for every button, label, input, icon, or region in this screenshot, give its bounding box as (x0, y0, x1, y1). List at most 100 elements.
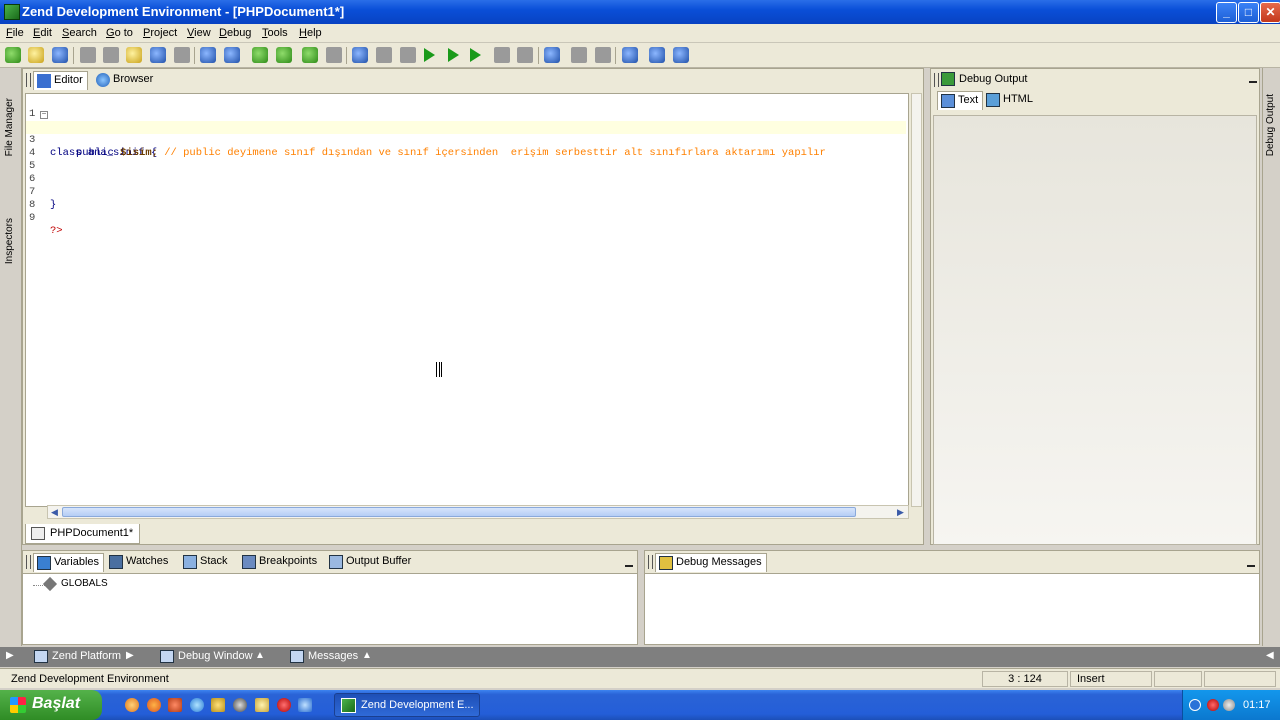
app-icon[interactable] (168, 698, 182, 712)
step-down-icon[interactable] (400, 47, 416, 63)
tab-breakpoints[interactable]: Breakpoints (239, 553, 321, 572)
menu-goto[interactable]: Go to (106, 27, 133, 39)
pane-grip[interactable] (934, 73, 939, 87)
dock-expand-icon[interactable]: ▲ (362, 650, 372, 661)
undo-icon[interactable] (150, 47, 166, 63)
vertical-scrollbar[interactable] (911, 93, 922, 507)
dock-right-arrow-icon[interactable]: ◀ (1266, 650, 1274, 661)
context-help-icon[interactable] (673, 47, 689, 63)
copy-icon[interactable] (103, 47, 119, 63)
dock-zend-platform[interactable]: Zend Platform (34, 650, 121, 663)
menu-edit[interactable]: Edit (33, 27, 52, 39)
close-button[interactable]: ✕ (1260, 2, 1280, 23)
code-line[interactable]: 7 } (26, 173, 906, 211)
menu-file[interactable]: File (6, 27, 24, 39)
menu-search[interactable]: Search (62, 27, 97, 39)
dock-messages[interactable]: Messages (290, 650, 358, 663)
menu-view[interactable]: View (187, 27, 211, 39)
minimize-pane-icon[interactable] (1249, 81, 1257, 83)
refresh-icon[interactable] (252, 47, 268, 63)
menu-tools[interactable]: Tools (262, 27, 288, 39)
tab-browser[interactable]: Browser (93, 71, 157, 90)
tool-icon[interactable] (211, 698, 225, 712)
tab-editor[interactable]: Editor (33, 71, 88, 90)
tab-debug-messages[interactable]: Debug Messages (655, 553, 767, 572)
minimize-button[interactable]: _ (1216, 2, 1237, 23)
file-manager-tab[interactable]: File Manager (4, 98, 15, 156)
horizontal-scrollbar[interactable]: ◀ ▶ (47, 505, 909, 519)
code-line[interactable]: 1 <? (26, 95, 906, 133)
debug-output-side-tab[interactable]: Debug Output (1265, 94, 1276, 156)
code-line[interactable]: 8 (26, 186, 906, 211)
paste-icon[interactable] (126, 47, 142, 63)
minimize-pane-icon[interactable] (625, 565, 633, 567)
forward-icon[interactable] (326, 47, 342, 63)
media-icon[interactable] (233, 698, 247, 712)
folder-icon[interactable] (255, 698, 269, 712)
help-icon[interactable] (649, 47, 665, 63)
code-line-current[interactable]: 3 public $isim; // public deyimene sınıf… (26, 121, 906, 159)
settings-icon[interactable] (622, 47, 638, 63)
tray-record-icon[interactable] (1207, 699, 1219, 711)
fold-toggle-icon[interactable]: − (40, 111, 48, 119)
cut-icon[interactable] (80, 47, 96, 63)
open-file-icon[interactable] (28, 47, 44, 63)
stop-debug-icon[interactable] (595, 47, 611, 63)
find-replace-icon[interactable] (224, 47, 240, 63)
find-icon[interactable] (200, 47, 216, 63)
stop-icon[interactable] (494, 47, 510, 63)
debug-url-icon[interactable] (571, 47, 587, 63)
step-into-icon[interactable] (352, 47, 368, 63)
taskbar-zend-window[interactable]: Zend Development E... (334, 693, 480, 717)
run-to-cursor-icon[interactable] (448, 48, 459, 62)
tree-item-globals[interactable]: GLOBALS (61, 578, 108, 589)
dock-left-arrow-icon[interactable]: ▶ (6, 650, 14, 661)
scroll-right-icon[interactable]: ▶ (894, 506, 907, 518)
start-button[interactable]: Başlat (0, 690, 102, 720)
code-editor[interactable]: 1 <? 2 − class ana_sinif { 3 public $isi… (25, 93, 909, 507)
tab-watches[interactable]: Watches (106, 553, 172, 572)
internet-explorer-icon[interactable] (298, 698, 312, 712)
save-icon[interactable] (52, 47, 68, 63)
back-icon[interactable] (302, 47, 318, 63)
scrollbar-thumb[interactable] (62, 507, 856, 517)
run-icon[interactable] (424, 48, 435, 62)
menu-debug[interactable]: Debug (219, 27, 251, 39)
tray-volume-icon[interactable] (1223, 699, 1235, 711)
new-file-icon[interactable] (5, 47, 21, 63)
scroll-left-icon[interactable]: ◀ (48, 506, 61, 518)
profile-icon[interactable] (544, 47, 560, 63)
go-icon[interactable] (470, 48, 481, 62)
tab-stack[interactable]: Stack (180, 553, 232, 572)
step-up-icon[interactable] (376, 47, 392, 63)
firefox-icon[interactable] (147, 698, 161, 712)
redo-icon[interactable] (174, 47, 190, 63)
dock-expand-icon[interactable]: ▶ (126, 650, 134, 661)
pane-grip[interactable] (26, 73, 31, 87)
menu-project[interactable]: Project (143, 27, 177, 39)
media-player-icon[interactable] (190, 698, 204, 712)
tab-text[interactable]: Text (937, 91, 984, 110)
code-line[interactable]: 9 ?> (26, 199, 906, 237)
tab-variables[interactable]: Variables (33, 553, 105, 572)
inspectors-tab[interactable]: Inspectors (4, 218, 15, 264)
pane-grip[interactable] (648, 555, 653, 569)
pause-icon[interactable] (517, 47, 533, 63)
tray-arrow-icon[interactable] (1189, 699, 1201, 711)
dock-expand-icon[interactable]: ▲ (255, 650, 265, 661)
code-line[interactable]: 5 (26, 147, 906, 172)
minimize-pane-icon[interactable] (1247, 565, 1255, 567)
pane-grip[interactable] (26, 555, 31, 569)
maximize-button[interactable]: □ (1238, 2, 1259, 23)
browser-icon[interactable] (125, 698, 139, 712)
dock-debug-window[interactable]: Debug Window (160, 650, 253, 663)
record-icon[interactable] (277, 698, 291, 712)
code-line[interactable]: 2 − class ana_sinif { (26, 108, 906, 160)
tab-output-buffer[interactable]: Output Buffer (326, 553, 415, 572)
code-line[interactable]: 4 (26, 134, 906, 159)
sync-icon[interactable] (276, 47, 292, 63)
code-line[interactable]: 6 (26, 160, 906, 185)
menu-help[interactable]: Help (299, 27, 322, 39)
tab-html[interactable]: HTML (983, 91, 1037, 110)
document-tab[interactable]: PHPDocument1* (25, 524, 141, 544)
